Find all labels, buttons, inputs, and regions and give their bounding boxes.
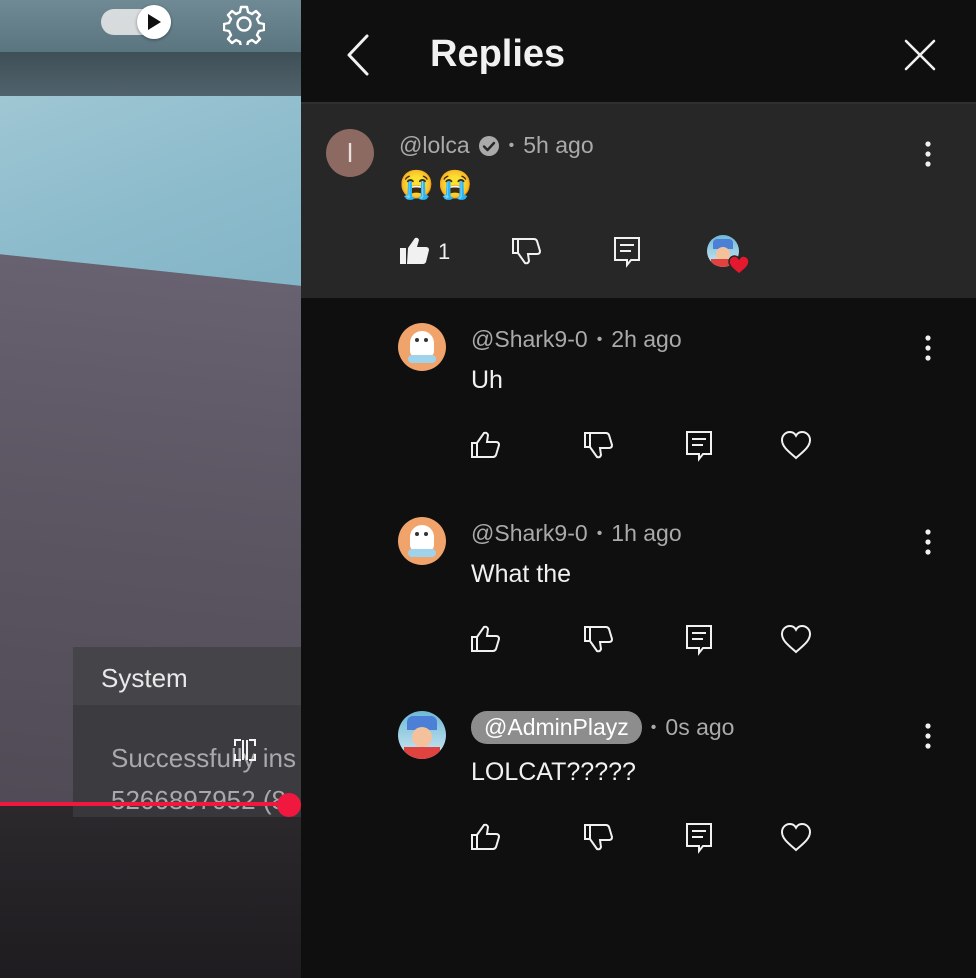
video-frame-bottom xyxy=(0,805,301,978)
dislike-icon[interactable] xyxy=(582,622,616,656)
progress-bar[interactable] xyxy=(0,802,289,806)
more-options-icon[interactable] xyxy=(922,333,934,363)
meta-separator: • xyxy=(596,524,603,542)
meta-separator: • xyxy=(508,136,515,154)
heart-outline-icon[interactable] xyxy=(779,820,813,854)
heart-outline-icon[interactable] xyxy=(779,622,813,656)
close-icon[interactable] xyxy=(901,36,939,74)
replies-header: Replies xyxy=(301,0,976,104)
heart-icon xyxy=(728,255,750,275)
reply-comment: @Shark9-0 • 2h ago Uh xyxy=(301,298,976,492)
video-player[interactable]: System Successfully ins 5266897952 (8 xyxy=(0,0,301,978)
reply-comment: @AdminPlayz • 0s ago LOLCAT????? xyxy=(301,686,976,886)
author-mention-chip[interactable]: @AdminPlayz xyxy=(471,711,642,744)
comment-time: 0s ago xyxy=(665,714,735,740)
like-icon[interactable] xyxy=(469,820,503,854)
replies-title: Replies xyxy=(430,33,566,75)
autoplay-toggle[interactable] xyxy=(101,5,171,39)
comment-time: 1h ago xyxy=(611,520,682,546)
comment-time: 5h ago xyxy=(523,132,594,158)
meta-separator: • xyxy=(596,330,603,348)
more-options-icon[interactable] xyxy=(922,139,934,169)
dislike-icon[interactable] xyxy=(510,234,544,268)
system-notification-title: System xyxy=(101,663,188,693)
replies-panel: Replies l @lolca • 5h ago 😭😭 1 @Shark9-0… xyxy=(301,0,976,978)
like-icon[interactable] xyxy=(469,622,503,656)
like-count: 1 xyxy=(438,239,451,264)
autoplay-knob xyxy=(137,5,171,39)
avatar[interactable] xyxy=(398,517,446,565)
fullscreen-icon[interactable] xyxy=(233,738,257,762)
meta-separator: • xyxy=(650,718,657,736)
avatar[interactable]: l xyxy=(326,129,374,177)
avatar[interactable] xyxy=(398,323,446,371)
parent-comment: l @lolca • 5h ago 😭😭 1 xyxy=(301,104,976,298)
progress-scrubber[interactable] xyxy=(277,793,301,817)
play-icon xyxy=(148,14,161,30)
dislike-icon[interactable] xyxy=(582,820,616,854)
comment-text-value: 😭😭 xyxy=(399,169,477,200)
like-filled-icon[interactable] xyxy=(397,234,431,268)
comment-author[interactable]: @Shark9-0 xyxy=(471,520,588,547)
system-notification-line-1: Successfully ins xyxy=(111,743,296,773)
comment-author[interactable]: @Shark9-0 xyxy=(471,326,588,353)
reply-icon[interactable] xyxy=(682,820,716,854)
more-options-icon[interactable] xyxy=(922,527,934,557)
reply-icon[interactable] xyxy=(610,234,644,268)
reply-icon[interactable] xyxy=(682,428,716,462)
creator-heart[interactable] xyxy=(707,235,751,275)
more-options-icon[interactable] xyxy=(922,721,934,751)
comment-text: What the xyxy=(471,560,572,588)
comment-meta: @AdminPlayz • 0s ago xyxy=(471,711,734,744)
comment-meta: @Shark9-0 • 2h ago xyxy=(471,326,682,353)
back-arrow-icon[interactable] xyxy=(341,32,377,78)
comment-text: Uh xyxy=(471,366,503,394)
dislike-icon[interactable] xyxy=(582,428,616,462)
system-notification-message: Successfully ins 5266897952 (8 xyxy=(111,737,296,821)
comment-text: 😭😭 xyxy=(399,168,477,201)
reply-comment: @Shark9-0 • 1h ago What the xyxy=(301,492,976,686)
comment-meta: @Shark9-0 • 1h ago xyxy=(471,520,682,547)
video-frame-band xyxy=(0,52,301,96)
comment-text: LOLCAT????? xyxy=(471,758,636,786)
comment-meta: @lolca • 5h ago xyxy=(399,132,594,159)
system-notification: System Successfully ins 5266897952 (8 xyxy=(73,647,301,817)
like-icon[interactable] xyxy=(469,428,503,462)
verified-icon xyxy=(478,135,499,156)
avatar[interactable] xyxy=(398,711,446,759)
system-notification-line-2: 5266897952 (8 xyxy=(111,785,286,815)
heart-outline-icon[interactable] xyxy=(779,428,813,462)
system-notification-header: System xyxy=(73,647,301,705)
settings-gear-icon[interactable] xyxy=(223,3,265,45)
reply-icon[interactable] xyxy=(682,622,716,656)
comment-time: 2h ago xyxy=(611,326,682,352)
comment-author[interactable]: @lolca xyxy=(399,132,470,159)
